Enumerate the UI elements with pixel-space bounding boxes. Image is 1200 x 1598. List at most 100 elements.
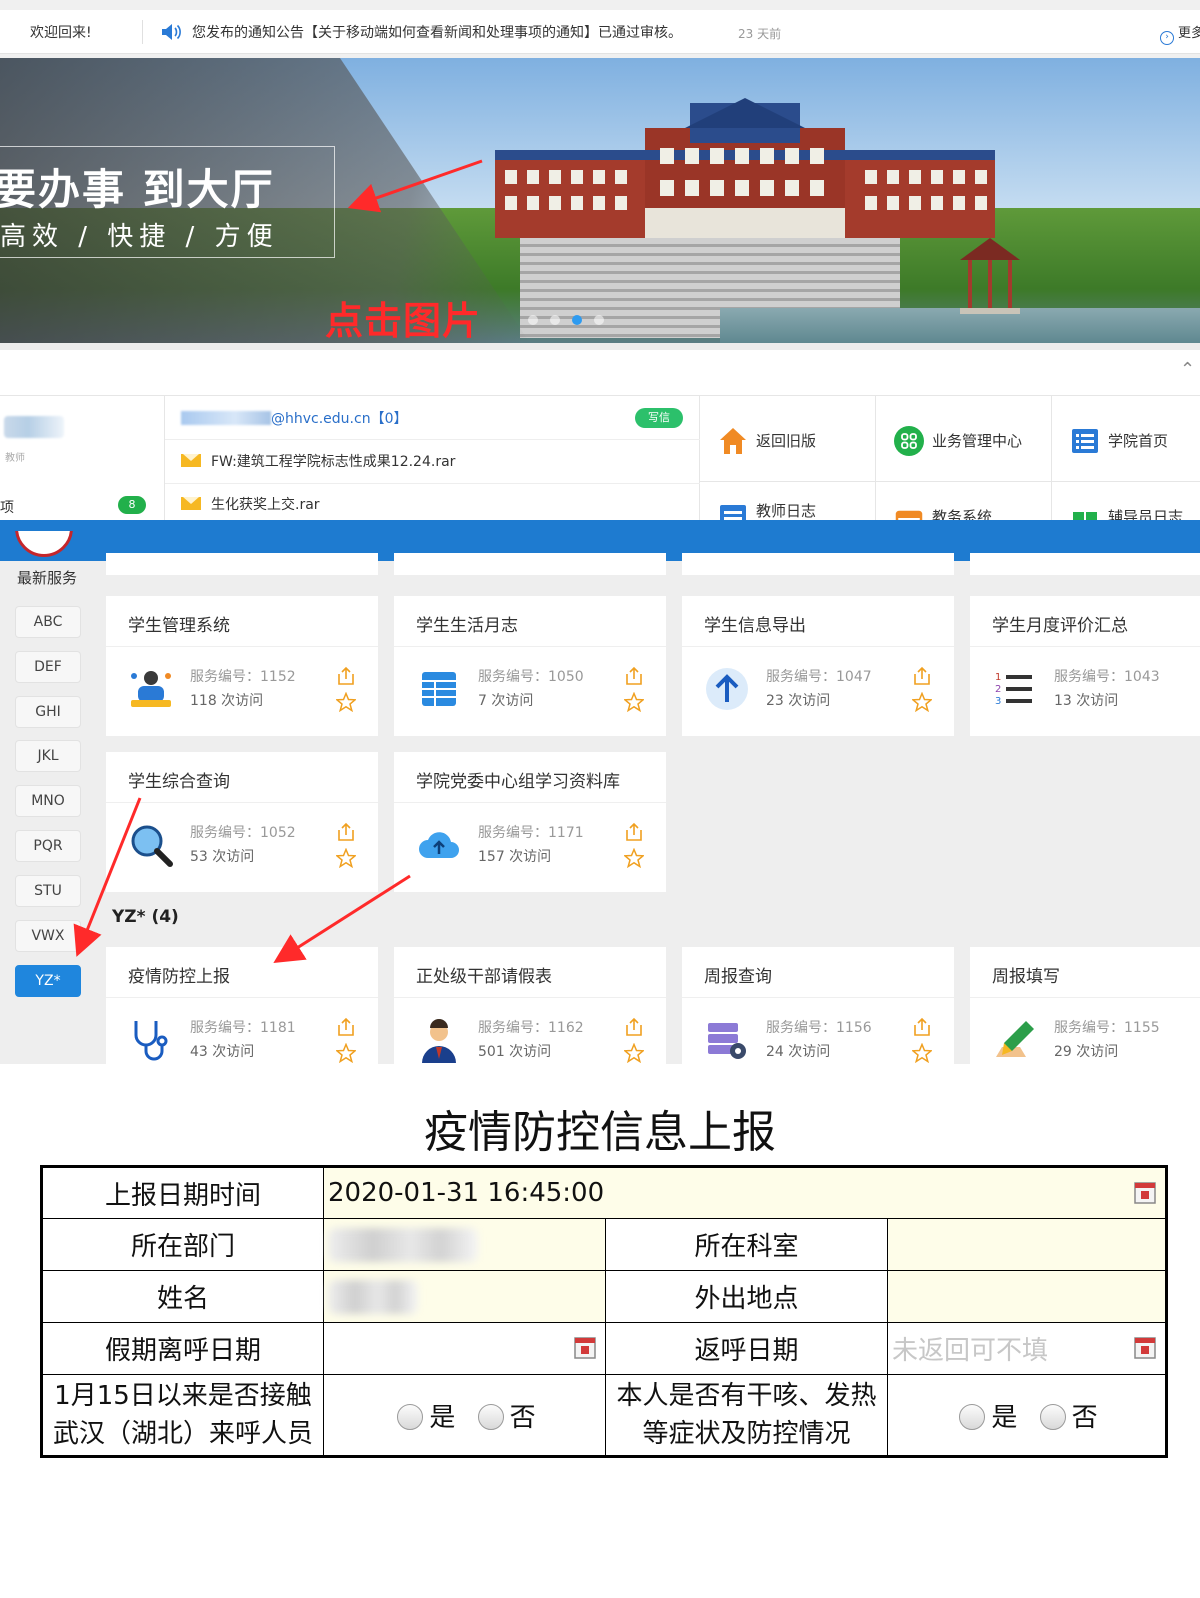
mail-address-text: @hhvc.edu.cn【0】 [271,411,408,427]
letter-filter-def[interactable]: DEF [15,651,81,683]
todo-label[interactable]: 项 [0,497,14,517]
letter-filter-vwx[interactable]: VWX [15,920,81,952]
share-icon[interactable] [336,822,356,842]
epidemic-report-form: 疫情防控信息上报 上报日期时间 2020-01-31 16:45:00 所在部门… [0,1064,1200,1598]
mail-address[interactable]: @hhvc.edu.cn【0】 [181,408,407,428]
letter-filter-stu[interactable]: STU [15,875,81,907]
mail-panel: @hhvc.edu.cn【0】 写信 FW:建筑工程学院标志性成果12.24.r… [165,396,700,531]
service-card[interactable]: 学院党委中心组学习资料库 服务编号：1171 157 次访问 [394,752,666,892]
notice-link[interactable]: 您发布的通知公告【关于移动端如何查看新闻和处理事项的通知】已通过审核。 [192,22,682,42]
share-icon[interactable] [912,666,932,686]
report-time-field[interactable]: 2020-01-31 16:45:00 [323,1166,1167,1219]
star-icon[interactable] [912,692,932,712]
star-icon[interactable] [624,692,644,712]
service-card[interactable]: 学生管理系统 服务编号：1152 118 次访问 [106,596,378,736]
officer-icon [422,1019,456,1063]
avatar[interactable] [4,416,64,438]
letter-filter-pqr[interactable]: PQR [15,830,81,862]
quick-link-label: 学院首页 [1108,432,1169,450]
envelope-icon [181,497,201,510]
letter-filter-mno[interactable]: MNO [15,785,81,817]
quick-link-college-home[interactable]: 学院首页 [1052,396,1200,482]
service-code: 服务编号：1050 [478,669,584,685]
department-field[interactable] [323,1218,606,1271]
share-icon[interactable] [624,666,644,686]
service-card[interactable]: 周报填写 服务编号：1155 29 次访问 [970,947,1200,1064]
service-card[interactable]: 学生信息导出 服务编号：1047 23 次访问 [682,596,954,736]
compose-button[interactable]: 写信 [635,408,683,428]
quick-link-label: 业务管理中心 [932,432,1023,450]
star-icon[interactable] [336,848,356,868]
letter-filter-ghi[interactable]: GHI [15,696,81,728]
visit-count: 501 次访问 [478,1044,552,1060]
quick-link-old-version[interactable]: 返回旧版 [700,396,876,482]
letter-filter-yz[interactable]: YZ* [15,965,81,997]
service-code: 服务编号：1043 [1054,669,1160,685]
leave-date-field[interactable] [323,1322,606,1375]
star-icon[interactable] [624,1043,644,1063]
carousel-dot[interactable] [594,315,604,325]
return-date-field[interactable]: 未返回可不填 [887,1322,1167,1375]
symptom-no-radio[interactable] [1039,1403,1066,1430]
card-title: 学院党委中心组学习资料库 [416,772,620,792]
table-row: 所在部门 所在科室 [41,1218,1167,1271]
share-icon[interactable] [336,666,356,686]
share-icon[interactable] [624,822,644,842]
share-icon[interactable] [912,1017,932,1037]
carousel-dot[interactable] [550,315,560,325]
radio-label: 是 [991,1402,1018,1433]
visit-count: 118 次访问 [190,693,264,709]
more-link[interactable]: › 更多 [1160,22,1200,45]
office-field[interactable] [887,1218,1167,1271]
mail-subject: FW:建筑工程学院标志性成果12.24.rar [211,454,456,470]
header-band [0,520,1200,531]
letter-filter-abc[interactable]: ABC [15,606,81,638]
star-icon[interactable] [912,1043,932,1063]
calendar-icon[interactable] [1133,1181,1157,1205]
chevron-up-icon[interactable]: ⌃ [1180,359,1195,380]
contact-no-radio[interactable] [477,1403,504,1430]
pavilion-image [960,238,1020,314]
quick-link-business-center[interactable]: 业务管理中心 [876,396,1052,482]
table-row: 姓名 外出地点 [41,1270,1167,1323]
star-icon[interactable] [336,1043,356,1063]
group-heading: YZ* (4) [112,907,179,927]
service-card-epidemic-report[interactable]: 疫情防控上报 服务编号：1181 43 次访问 [106,947,378,1064]
card-title: 学生信息导出 [704,616,806,636]
table-row: 假期离呼日期 返呼日期 未返回可不填 [41,1322,1167,1375]
carousel-dot[interactable] [572,315,582,325]
visit-count: 24 次访问 [766,1044,831,1060]
name-field[interactable] [323,1270,606,1323]
service-card[interactable]: 周报查询 服务编号：1156 24 次访问 [682,947,954,1064]
carousel-dot[interactable] [528,315,538,325]
mail-item[interactable]: FW:建筑工程学院标志性成果12.24.rar [181,451,455,471]
table-row: 1月15日以来是否接触武汉（湖北）来呼人员 是 否 本人是否有干咳、发热等症状及… [41,1374,1167,1457]
service-code: 服务编号：1052 [190,825,296,841]
service-card[interactable]: 学生综合查询 服务编号：1052 53 次访问 [106,752,378,892]
contact-radio-group: 是 否 [323,1374,606,1457]
divider [165,439,700,440]
contact-yes-radio[interactable] [397,1403,424,1430]
service-directory: 最新服务 ABC DEF GHI JKL MNO PQR STU VWX YZ*… [0,531,1200,1064]
service-card[interactable]: 正处级干部请假表 服务编号：1162 501 次访问 [394,947,666,1064]
service-card[interactable]: 学生月度评价汇总 123 服务编号：1043 13 次访问 [970,596,1200,736]
share-icon[interactable] [336,1017,356,1037]
symptom-yes-radio[interactable] [959,1403,986,1430]
svg-text:3: 3 [995,696,1001,707]
quick-link-label: 返回旧版 [756,432,817,450]
star-icon[interactable] [624,848,644,868]
calendar-icon[interactable] [573,1336,597,1360]
letter-filter-jkl[interactable]: JKL [15,740,81,772]
latest-services-label[interactable]: 最新服务 [17,567,77,588]
divider [165,483,700,484]
contact-question: 1月15日以来是否接触武汉（湖北）来呼人员 [41,1374,324,1457]
mail-item[interactable]: 生化获奖上交.rar [181,494,320,514]
notice-bar: 欢迎回来! 您发布的通知公告【关于移动端如何查看新闻和处理事项的通知】已通过审核… [0,10,1200,54]
star-icon[interactable] [336,692,356,712]
calendar-icon[interactable] [1133,1336,1157,1360]
outing-place-field[interactable] [887,1270,1167,1323]
banner-carousel[interactable]: 要办事 到大厅 高效 / 快捷 / 方便 点击图片 [0,58,1200,343]
service-card[interactable]: 学生生活月志 服务编号：1050 7 次访问 [394,596,666,736]
share-icon[interactable] [624,1017,644,1037]
card-title: 周报查询 [704,967,772,987]
